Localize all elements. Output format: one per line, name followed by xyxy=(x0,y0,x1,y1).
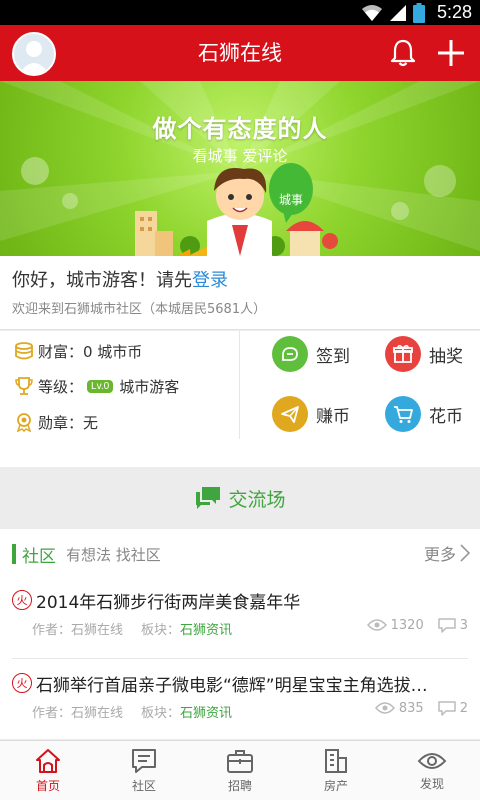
login-link[interactable]: 登录 xyxy=(192,270,228,291)
user-info-panel: 财富：0 城市币 等级： Lv.0 城市游客 勋章：无 签到 抽奖 赚币 花币 xyxy=(0,331,480,467)
banner-bubble-text: 城事 xyxy=(278,193,303,207)
comment-icon xyxy=(437,618,456,633)
wifi-icon xyxy=(361,4,382,21)
paper-plane-icon xyxy=(272,396,308,432)
greeting-panel: 你好，城市游客！请先登录 欢迎来到石狮城市社区（本城居民5681人） xyxy=(0,256,480,330)
post-author: 作者：石狮在线 xyxy=(32,623,124,638)
medal-icon xyxy=(16,413,32,432)
level-row: 等级： Lv.0 城市游客 xyxy=(14,374,179,398)
tab-label: 房产 xyxy=(323,778,348,793)
post-title-row: 火 石狮举行首届亲子微电影“德辉”明星宝宝主角选拔… xyxy=(12,670,468,696)
community-header: 社区 有想法 找社区 xyxy=(12,543,161,567)
post-board: 石狮资讯 xyxy=(180,623,233,638)
divider xyxy=(12,658,468,659)
tab-label: 招聘 xyxy=(227,778,252,793)
community-title: 社区 xyxy=(22,546,56,567)
more-link[interactable]: 更多 xyxy=(424,541,470,565)
tab-realestate[interactable]: 房产 xyxy=(288,741,384,800)
tab-community[interactable]: 社区 xyxy=(96,741,192,800)
post-board: 石狮资讯 xyxy=(180,706,233,721)
spend-coins-button[interactable]: 花币 xyxy=(385,396,463,432)
post-title: 2014年石狮步行街两岸美食嘉年华 xyxy=(36,592,301,613)
post-meta: 作者：石狮在线 板块： 石狮资讯 xyxy=(32,702,232,721)
bottom-tab-bar: 首页 社区 招聘 房产 发现 xyxy=(0,740,480,800)
eye-icon xyxy=(417,752,447,769)
info-divider xyxy=(239,331,240,439)
checkin-icon xyxy=(272,336,308,372)
eye-icon xyxy=(366,619,387,631)
signal-icon xyxy=(389,4,406,21)
view-count: 1320 xyxy=(390,617,424,633)
community-icon xyxy=(132,748,156,773)
post-meta: 作者：石狮在线 板块： 石狮资讯 xyxy=(32,619,232,638)
medal-row: 勋章：无 xyxy=(14,410,98,434)
home-icon xyxy=(36,748,60,773)
community-subtitle: 有想法 找社区 xyxy=(66,545,161,564)
post-title-row: 火 2014年石狮步行街两岸美食嘉年华 xyxy=(12,587,468,613)
comment-count: 2 xyxy=(459,700,468,716)
bell-icon[interactable] xyxy=(388,38,418,68)
hot-badge: 火 xyxy=(12,590,32,610)
banner-title: 做个有态度的人 xyxy=(152,115,328,143)
level-badge: Lv.0 xyxy=(87,379,114,393)
level-name: 城市游客 xyxy=(119,377,180,396)
banner-subtitle: 看城事 爱评论 xyxy=(192,147,288,165)
wealth-text: 财富：0 城市币 xyxy=(38,342,143,361)
trophy-icon xyxy=(15,377,33,395)
gift-icon xyxy=(385,336,421,372)
briefcase-icon xyxy=(227,749,253,773)
clock: 5:28 xyxy=(436,2,472,22)
post-board-label: 板块： xyxy=(141,623,181,638)
more-label: 更多 xyxy=(423,545,456,564)
tab-label: 发现 xyxy=(419,776,444,791)
post-title: 石狮举行首届亲子微电影“德辉”明星宝宝主角选拔… xyxy=(36,675,428,696)
tab-label: 社区 xyxy=(131,778,156,793)
tab-jobs[interactable]: 招聘 xyxy=(192,741,288,800)
tab-discover[interactable]: 发现 xyxy=(384,741,480,800)
cart-icon xyxy=(385,396,421,432)
chat-icon xyxy=(196,487,221,509)
level-prefix: 等级： xyxy=(38,377,84,396)
banner-illustration xyxy=(0,81,480,256)
earn-coins-label: 赚币 xyxy=(316,406,350,427)
lottery-label: 抽奖 xyxy=(429,346,463,367)
tab-home[interactable]: 首页 xyxy=(0,741,96,800)
checkin-button[interactable]: 签到 xyxy=(272,336,350,372)
eye-icon xyxy=(374,702,395,714)
community-section: 社区 有想法 找社区 更多 火 2014年石狮步行街两岸美食嘉年华 作者：石狮在… xyxy=(0,529,480,739)
building-icon xyxy=(325,748,347,773)
post-stats: 1320 3 xyxy=(353,617,468,633)
post-board-label: 板块： xyxy=(141,706,181,721)
tab-label: 首页 xyxy=(35,778,60,793)
earn-coins-button[interactable]: 赚币 xyxy=(272,396,350,432)
post-stats: 835 2 xyxy=(361,700,468,716)
comment-icon xyxy=(437,701,456,716)
lottery-button[interactable]: 抽奖 xyxy=(385,336,463,372)
avatar[interactable] xyxy=(12,32,56,76)
greeting-text: 你好，城市游客！请先登录 xyxy=(12,266,228,292)
battery-icon xyxy=(412,2,425,23)
promo-banner[interactable]: 做个有态度的人 看城事 爱评论 城事 xyxy=(0,81,480,256)
comment-count: 3 xyxy=(459,617,468,633)
checkin-label: 签到 xyxy=(316,346,350,367)
greeting-prefix: 你好，城市游客！请先 xyxy=(12,270,192,291)
section-accent-bar xyxy=(12,544,16,564)
welcome-text: 欢迎来到石狮城市社区（本城居民5681人） xyxy=(12,302,267,317)
user-icon xyxy=(19,41,49,74)
chevron-right-icon xyxy=(460,544,470,562)
hot-badge: 火 xyxy=(12,673,32,693)
post-author: 作者：石狮在线 xyxy=(32,706,124,721)
list-item[interactable]: 火 2014年石狮步行街两岸美食嘉年华 作者：石狮在线 板块： 石狮资讯 132… xyxy=(0,587,480,667)
spend-coins-label: 花币 xyxy=(429,406,463,427)
medal-text: 勋章：无 xyxy=(38,413,99,432)
app-header: 石狮在线 xyxy=(0,25,480,81)
coins-icon xyxy=(15,342,33,360)
view-count: 835 xyxy=(398,700,424,716)
status-bar: 5:28 xyxy=(0,0,480,25)
exchange-label: 交流场 xyxy=(228,488,286,511)
exchange-section-button[interactable]: 交流场 xyxy=(0,467,480,529)
list-item[interactable]: 火 石狮举行首届亲子微电影“德辉”明星宝宝主角选拔… 作者：石狮在线 板块： 石… xyxy=(0,670,480,750)
add-icon[interactable] xyxy=(436,38,466,68)
wealth-row: 财富：0 城市币 xyxy=(14,339,142,363)
